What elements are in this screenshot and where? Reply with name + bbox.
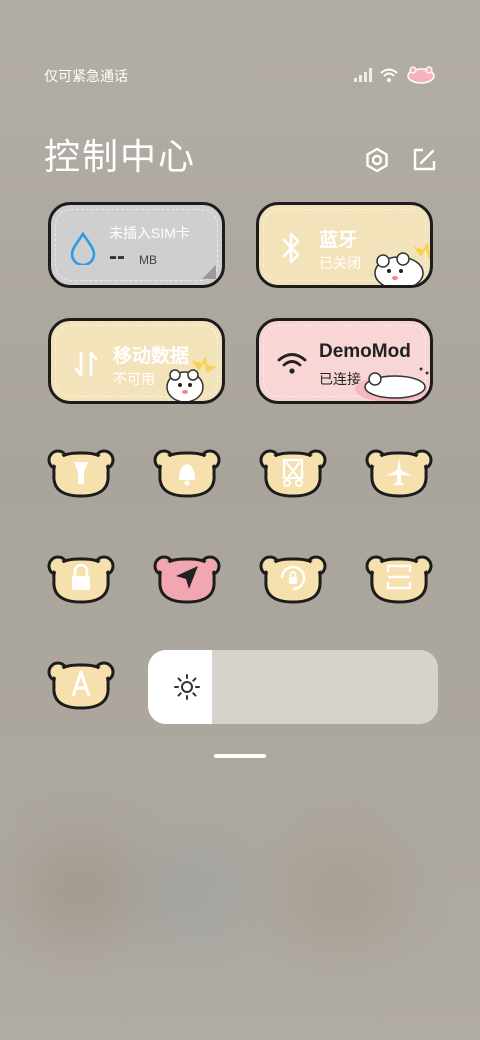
bear-sticker-icon — [374, 242, 430, 285]
rotation-lock-icon — [259, 555, 327, 604]
location-arrow-icon — [153, 555, 221, 604]
bear-sticker-icon — [166, 356, 216, 401]
wifi-icon — [380, 68, 398, 82]
page-title: 控制中心 — [44, 136, 197, 177]
close-handle[interactable] — [214, 754, 266, 758]
data-usage-tile[interactable]: 未插入SIM卡 -- MB — [48, 202, 225, 288]
flashlight-icon — [47, 449, 115, 498]
flashlight-toggle[interactable] — [46, 446, 116, 502]
fullscreen-toggle[interactable] — [364, 552, 434, 608]
lock-toggle[interactable] — [46, 552, 116, 608]
scissors-icon — [259, 449, 327, 498]
screenshot-toggle[interactable] — [258, 446, 328, 502]
airplane-icon — [365, 449, 433, 498]
corner-fold-icon — [202, 265, 216, 279]
sun-icon — [174, 674, 200, 700]
data-transfer-icon — [74, 351, 98, 377]
auto-brightness-toggle[interactable] — [46, 658, 116, 714]
signal-icon — [354, 68, 372, 82]
gear-icon[interactable] — [363, 146, 391, 174]
wlan-title: DemoMod — [319, 341, 411, 362]
sleeping-bear-icon — [355, 367, 429, 401]
data-usage-value: -- — [109, 243, 125, 270]
battery-icon — [407, 66, 435, 84]
water-drop-icon — [70, 231, 96, 265]
silent-toggle[interactable] — [152, 446, 222, 502]
carrier-text: 仅可紧急通话 — [44, 68, 128, 84]
status-bar: 仅可紧急通话 — [44, 66, 436, 86]
bluetooth-title: 蓝牙 — [319, 230, 358, 251]
edit-icon[interactable] — [410, 146, 438, 174]
wifi-icon — [277, 353, 307, 374]
bluetooth-status: 已关闭 — [319, 255, 361, 271]
data-usage-unit: MB — [139, 253, 157, 267]
airplane-toggle[interactable] — [364, 446, 434, 502]
sim-status-text: 未插入SIM卡 — [109, 225, 190, 241]
letter-a-icon — [47, 661, 115, 710]
bluetooth-tile[interactable]: 蓝牙 已关闭 — [256, 202, 433, 288]
rotation-lock-toggle[interactable] — [258, 552, 328, 608]
location-toggle[interactable] — [152, 552, 222, 608]
bluetooth-icon — [282, 232, 300, 264]
fullscreen-icon — [365, 555, 433, 604]
brightness-slider[interactable] — [148, 650, 438, 724]
bell-icon — [153, 449, 221, 498]
lock-icon — [47, 555, 115, 604]
wlan-tile[interactable]: DemoMod 已连接 — [256, 318, 433, 404]
mobile-data-tile[interactable]: 移动数据 不可用 — [48, 318, 225, 404]
mobile-data-status: 不可用 — [113, 371, 155, 387]
